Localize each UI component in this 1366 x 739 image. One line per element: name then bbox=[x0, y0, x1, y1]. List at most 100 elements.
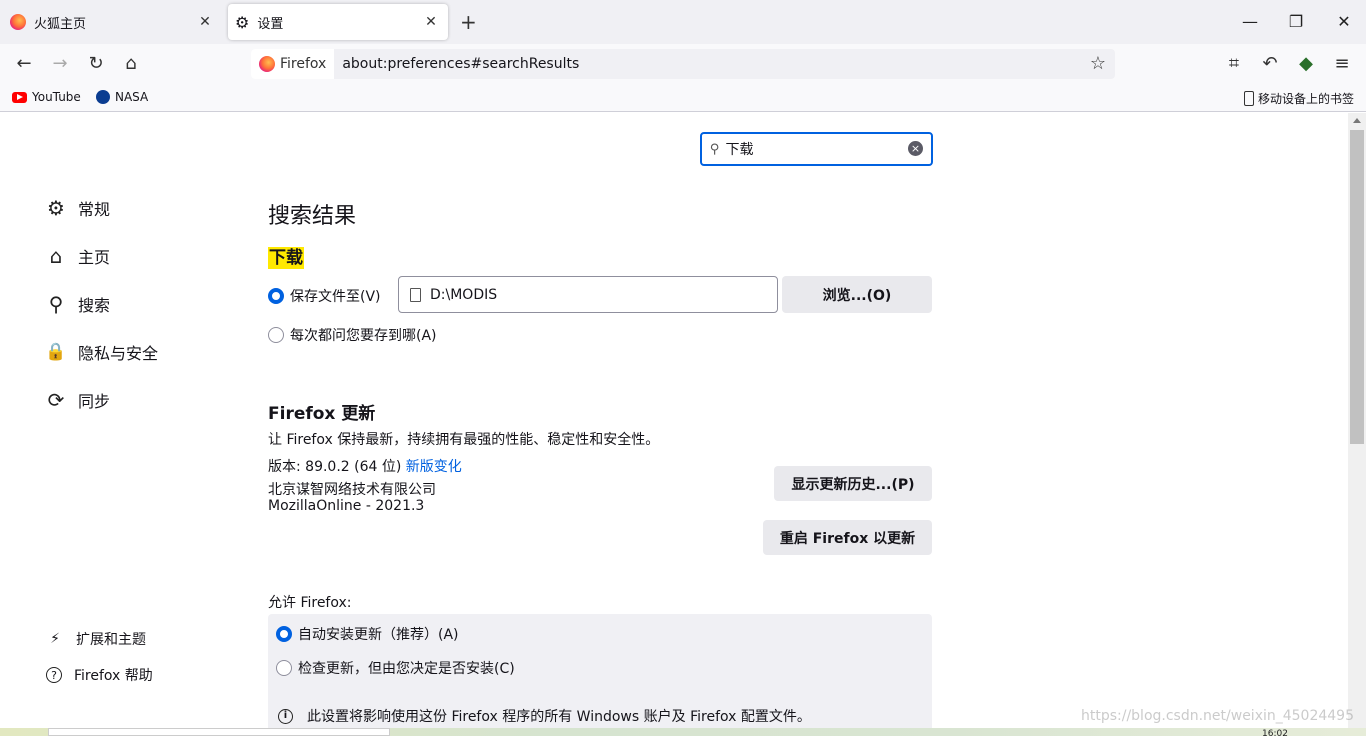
search-icon: ⚲ bbox=[710, 141, 720, 157]
sidebar-item-home[interactable]: ⌂ 主页 bbox=[44, 244, 110, 268]
clear-search-icon[interactable]: × bbox=[908, 141, 923, 156]
radio-unselected-icon bbox=[268, 327, 284, 343]
bookmark-nasa[interactable]: NASA bbox=[96, 90, 148, 104]
identity-box[interactable]: Firefox bbox=[251, 49, 335, 79]
navigation-toolbar: ← → ↻ ⌂ Firefox about:preferences#search… bbox=[0, 44, 1366, 84]
taskbar-clock: 16:02 bbox=[1262, 729, 1288, 739]
menu-icon[interactable]: ≡ bbox=[1331, 53, 1353, 75]
release-notes-link[interactable]: 新版变化 bbox=[406, 459, 462, 475]
gear-icon: ⚙ bbox=[47, 196, 65, 220]
always-ask-radio[interactable]: 每次都问您要存到哪(A) bbox=[268, 325, 437, 345]
update-options-box: 自动安装更新（推荐）(A) 检查更新，但由您决定是否安装(C) i 此设置将影响… bbox=[268, 614, 932, 736]
reload-button[interactable]: ↻ bbox=[85, 53, 107, 75]
extension-icon[interactable]: ◆ bbox=[1295, 53, 1317, 75]
bookmark-label: NASA bbox=[115, 90, 149, 104]
radio-label: 保存文件至(V) bbox=[290, 289, 381, 305]
youtube-icon bbox=[12, 91, 27, 103]
version-line: 版本: 89.0.2 (64 位) 新版变化 bbox=[268, 456, 462, 476]
scroll-up-icon[interactable] bbox=[1353, 118, 1361, 123]
back-button[interactable]: ← bbox=[13, 53, 35, 75]
taskbar bbox=[0, 728, 1366, 736]
minimize-button[interactable]: — bbox=[1240, 12, 1260, 31]
sidebar-item-label: 同步 bbox=[78, 392, 111, 411]
watermark: https://blog.csdn.net/weixin_45024495 bbox=[1080, 708, 1354, 724]
downloads-heading: 下载 bbox=[268, 247, 304, 269]
url-text[interactable]: about:preferences#searchResults bbox=[342, 56, 579, 72]
distribution-edition: MozillaOnline - 2021.3 bbox=[268, 498, 425, 514]
bookmark-label: YouTube bbox=[32, 90, 81, 104]
update-heading: Firefox 更新 bbox=[268, 404, 376, 424]
radio-label: 自动安装更新（推荐）(A) bbox=[298, 627, 459, 643]
sidebar-item-sync[interactable]: ⟳ 同步 bbox=[44, 388, 110, 412]
file-icon bbox=[410, 287, 421, 302]
bookmarks-toolbar: YouTube NASA 移动设备上的书签 bbox=[0, 84, 1366, 112]
new-tab-button[interactable]: + bbox=[460, 12, 477, 32]
restart-to-update-button[interactable]: 重启 Firefox 以更新 bbox=[763, 520, 932, 555]
puzzle-icon: ⚡ bbox=[50, 631, 60, 647]
sidebar-item-label: 常规 bbox=[78, 200, 111, 219]
info-text: 此设置将影响使用这份 Firefox 程序的所有 Windows 账户及 Fir… bbox=[307, 709, 811, 725]
sidebar-addons-link[interactable]: ⚡ 扩展和主题 bbox=[46, 629, 146, 649]
sync-icon: ⟳ bbox=[47, 388, 65, 412]
radio-selected-icon bbox=[276, 626, 292, 642]
taskbar-window[interactable] bbox=[48, 728, 390, 736]
download-path: D:\MODIS bbox=[430, 286, 498, 303]
nasa-icon bbox=[96, 90, 110, 104]
sidebar-item-general[interactable]: ⚙ 常规 bbox=[44, 196, 110, 220]
vertical-scrollbar[interactable] bbox=[1348, 113, 1366, 736]
radio-unselected-icon bbox=[276, 660, 292, 676]
tab-firefox-home[interactable]: 火狐主页 ✕ bbox=[4, 4, 222, 40]
home-icon: ⌂ bbox=[49, 244, 63, 268]
url-bar[interactable]: Firefox about:preferences#searchResults … bbox=[251, 49, 1115, 79]
update-history-button[interactable]: 显示更新历史...(P) bbox=[774, 466, 932, 501]
auto-install-radio[interactable]: 自动安装更新（推荐）(A) bbox=[276, 624, 459, 644]
tab-close-icon[interactable]: ✕ bbox=[422, 13, 440, 31]
phone-icon bbox=[1243, 91, 1254, 106]
tab-title: 设置 bbox=[257, 16, 284, 32]
page-title: 搜索结果 bbox=[268, 204, 357, 229]
radio-label: 每次都问您要存到哪(A) bbox=[290, 328, 437, 344]
sidebar-item-label: 搜索 bbox=[78, 296, 111, 315]
undo-icon[interactable]: ↶ bbox=[1259, 53, 1281, 75]
identity-label: Firefox bbox=[280, 56, 327, 72]
check-only-radio[interactable]: 检查更新，但由您决定是否安装(C) bbox=[276, 658, 515, 678]
tab-close-icon[interactable]: ✕ bbox=[196, 13, 214, 31]
sidebar-help-link[interactable]: ? Firefox 帮助 bbox=[46, 665, 153, 685]
browse-button[interactable]: 浏览...(O) bbox=[782, 276, 932, 313]
tab-settings[interactable]: ⚙ 设置 ✕ bbox=[228, 4, 448, 40]
info-icon: i bbox=[278, 708, 293, 724]
sidebar-item-label: 隐私与安全 bbox=[78, 344, 159, 363]
update-description: 让 Firefox 保持最新，持续拥有最强的性能、稳定性和安全性。 bbox=[268, 432, 660, 448]
crop-icon[interactable]: ⌗ bbox=[1223, 53, 1245, 75]
footer-label: 扩展和主题 bbox=[76, 632, 146, 648]
version-text: 版本: 89.0.2 (64 位) bbox=[268, 459, 402, 475]
tab-strip: 火狐主页 ✕ ⚙ 设置 ✕ + — ❐ ✕ bbox=[0, 0, 1366, 44]
sidebar-item-label: 主页 bbox=[78, 248, 111, 267]
mobile-bookmarks-label: 移动设备上的书签 bbox=[1257, 92, 1354, 106]
update-info-note: i 此设置将影响使用这份 Firefox 程序的所有 Windows 账户及 F… bbox=[278, 706, 811, 726]
firefox-icon bbox=[10, 14, 26, 30]
radio-selected-icon bbox=[268, 288, 284, 304]
forward-button[interactable]: → bbox=[49, 53, 71, 75]
search-value: 下载 bbox=[725, 142, 754, 158]
restore-button[interactable]: ❐ bbox=[1286, 12, 1306, 31]
preferences-page: ⚲ 下载 × ⚙ 常规 ⌂ 主页 ⚲ 搜索 🔒 隐私与安全 ⟳ 同步 ⚡ 扩展和… bbox=[0, 113, 1348, 736]
radio-label: 检查更新，但由您决定是否安装(C) bbox=[298, 661, 515, 677]
search-input[interactable]: ⚲ 下载 × bbox=[700, 132, 933, 166]
tab-title: 火狐主页 bbox=[34, 16, 87, 32]
sidebar-item-search[interactable]: ⚲ 搜索 bbox=[44, 292, 110, 316]
bookmark-star-icon[interactable]: ☆ bbox=[1087, 53, 1109, 75]
footer-label: Firefox 帮助 bbox=[74, 668, 153, 684]
scrollbar-thumb[interactable] bbox=[1350, 130, 1364, 444]
close-window-button[interactable]: ✕ bbox=[1334, 12, 1354, 31]
company-name: 北京谋智网络技术有限公司 bbox=[268, 482, 436, 498]
home-button[interactable]: ⌂ bbox=[120, 53, 142, 75]
sidebar-item-privacy[interactable]: 🔒 隐私与安全 bbox=[44, 340, 158, 364]
mobile-bookmarks[interactable]: 移动设备上的书签 bbox=[1243, 90, 1354, 107]
gear-icon: ⚙ bbox=[235, 12, 250, 32]
search-icon: ⚲ bbox=[48, 292, 64, 316]
bookmark-youtube[interactable]: YouTube bbox=[12, 90, 81, 104]
download-path-field[interactable]: D:\MODIS bbox=[398, 276, 778, 313]
save-to-radio[interactable]: 保存文件至(V) bbox=[268, 286, 381, 306]
allow-label: 允许 Firefox: bbox=[268, 595, 352, 611]
